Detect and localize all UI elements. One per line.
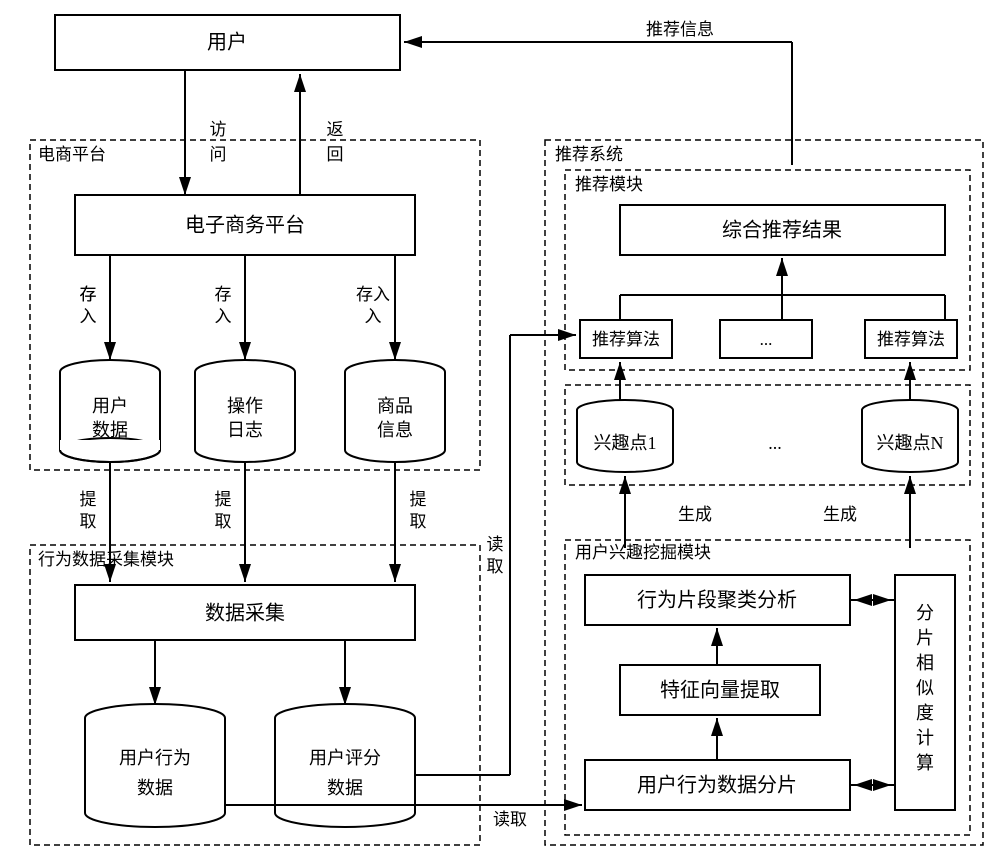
svg-text:似: 似 (916, 678, 934, 698)
svg-text:用户行为数据分片: 用户行为数据分片 (637, 774, 797, 797)
db-user-data: 用户 数据 (60, 360, 160, 462)
svg-text:生成: 生成 (678, 505, 712, 524)
svg-text:行为片段聚类分析: 行为片段聚类分析 (637, 589, 797, 612)
svg-text:度: 度 (916, 703, 934, 723)
label-access-2: 问 (210, 145, 227, 164)
db-poi1: 兴趣点1 (577, 400, 673, 472)
svg-text:提: 提 (80, 490, 97, 509)
db-op-log: 操作 日志 (195, 360, 295, 462)
svg-text:信息: 信息 (377, 420, 413, 440)
svg-text:取: 取 (215, 512, 232, 531)
svg-text:入: 入 (365, 307, 382, 326)
svg-text:推荐算法: 推荐算法 (592, 330, 660, 349)
svg-text:读: 读 (487, 535, 504, 554)
svg-text:计: 计 (916, 728, 934, 748)
svg-text:数据: 数据 (327, 778, 363, 798)
svg-text:片: 片 (916, 628, 934, 648)
svg-text:读取: 读取 (493, 810, 527, 829)
svg-text:存: 存 (80, 285, 97, 304)
svg-text:算: 算 (916, 753, 934, 773)
data-collection-label: 数据采集 (205, 602, 285, 625)
svg-text:特征向量提取: 特征向量提取 (660, 679, 780, 702)
label-store-3: 存入 (356, 285, 390, 304)
rec-module-label: 推荐模块 (575, 175, 643, 194)
behavior-section-label: 行为数据采集模块 (38, 550, 174, 569)
svg-text:...: ... (760, 330, 773, 349)
label-access-1: 访 (210, 120, 227, 139)
svg-text:商品: 商品 (377, 396, 413, 416)
svg-text:日志: 日志 (227, 420, 263, 440)
svg-text:用户评分: 用户评分 (309, 748, 381, 768)
svg-text:生成: 生成 (823, 505, 857, 524)
svg-text:推荐算法: 推荐算法 (877, 330, 945, 349)
svg-text:取: 取 (487, 557, 504, 576)
svg-text:兴趣点N: 兴趣点N (877, 433, 944, 453)
svg-text:提: 提 (215, 490, 232, 509)
svg-text:取: 取 (410, 512, 427, 531)
ecom-platform-label: 电子商务平台 (185, 214, 305, 237)
svg-text:数据: 数据 (92, 420, 128, 440)
svg-text:存: 存 (215, 285, 232, 304)
db-user-rating: 用户评分 数据 (275, 704, 415, 827)
svg-text:入: 入 (80, 307, 97, 326)
svg-text:用户: 用户 (92, 396, 128, 416)
interest-mining-label: 用户兴趣挖掘模块 (575, 543, 711, 562)
svg-text:数据: 数据 (137, 778, 173, 798)
db-user-behavior: 用户行为 数据 (85, 704, 225, 827)
db-poiN: 兴趣点N (862, 400, 958, 472)
label-return-2: 回 (327, 145, 344, 164)
svg-text:取: 取 (80, 512, 97, 531)
label-recommend-info: 推荐信息 (646, 20, 714, 39)
svg-text:...: ... (768, 433, 782, 453)
svg-text:操作: 操作 (227, 396, 263, 416)
ecom-section-label: 电商平台 (38, 145, 106, 164)
db-product-info: 商品 信息 (345, 360, 445, 462)
label-return-1: 返 (327, 120, 344, 139)
svg-text:相: 相 (916, 653, 934, 673)
user-label: 用户 (207, 31, 247, 54)
svg-text:用户行为: 用户行为 (119, 748, 191, 768)
svg-text:兴趣点1: 兴趣点1 (594, 433, 657, 453)
svg-text:入: 入 (215, 307, 232, 326)
svg-text:分: 分 (916, 603, 934, 623)
combined-result-label: 综合推荐结果 (722, 219, 842, 242)
rec-system-label: 推荐系统 (555, 145, 623, 164)
svg-text:提: 提 (410, 490, 427, 509)
